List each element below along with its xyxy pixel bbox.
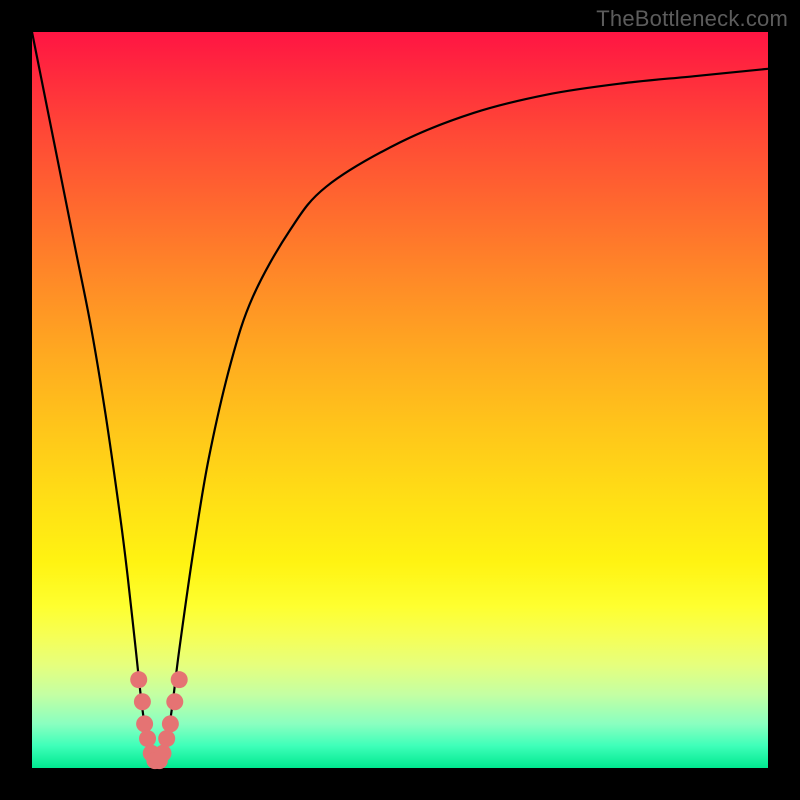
curve-marker [134,693,151,710]
bottleneck-curve [32,32,768,768]
curve-marker [139,730,156,747]
curve-marker [166,693,183,710]
curve-marker [155,745,172,762]
curve-marker [158,730,175,747]
curve-marker [171,671,188,688]
chart-frame: TheBottleneck.com [0,0,800,800]
curve-marker [162,715,179,732]
curve-marker [130,671,147,688]
plot-area [32,32,768,768]
watermark-text: TheBottleneck.com [596,6,788,32]
bottleneck-curve-svg [32,32,768,768]
curve-marker [136,715,153,732]
curve-markers [130,671,187,769]
